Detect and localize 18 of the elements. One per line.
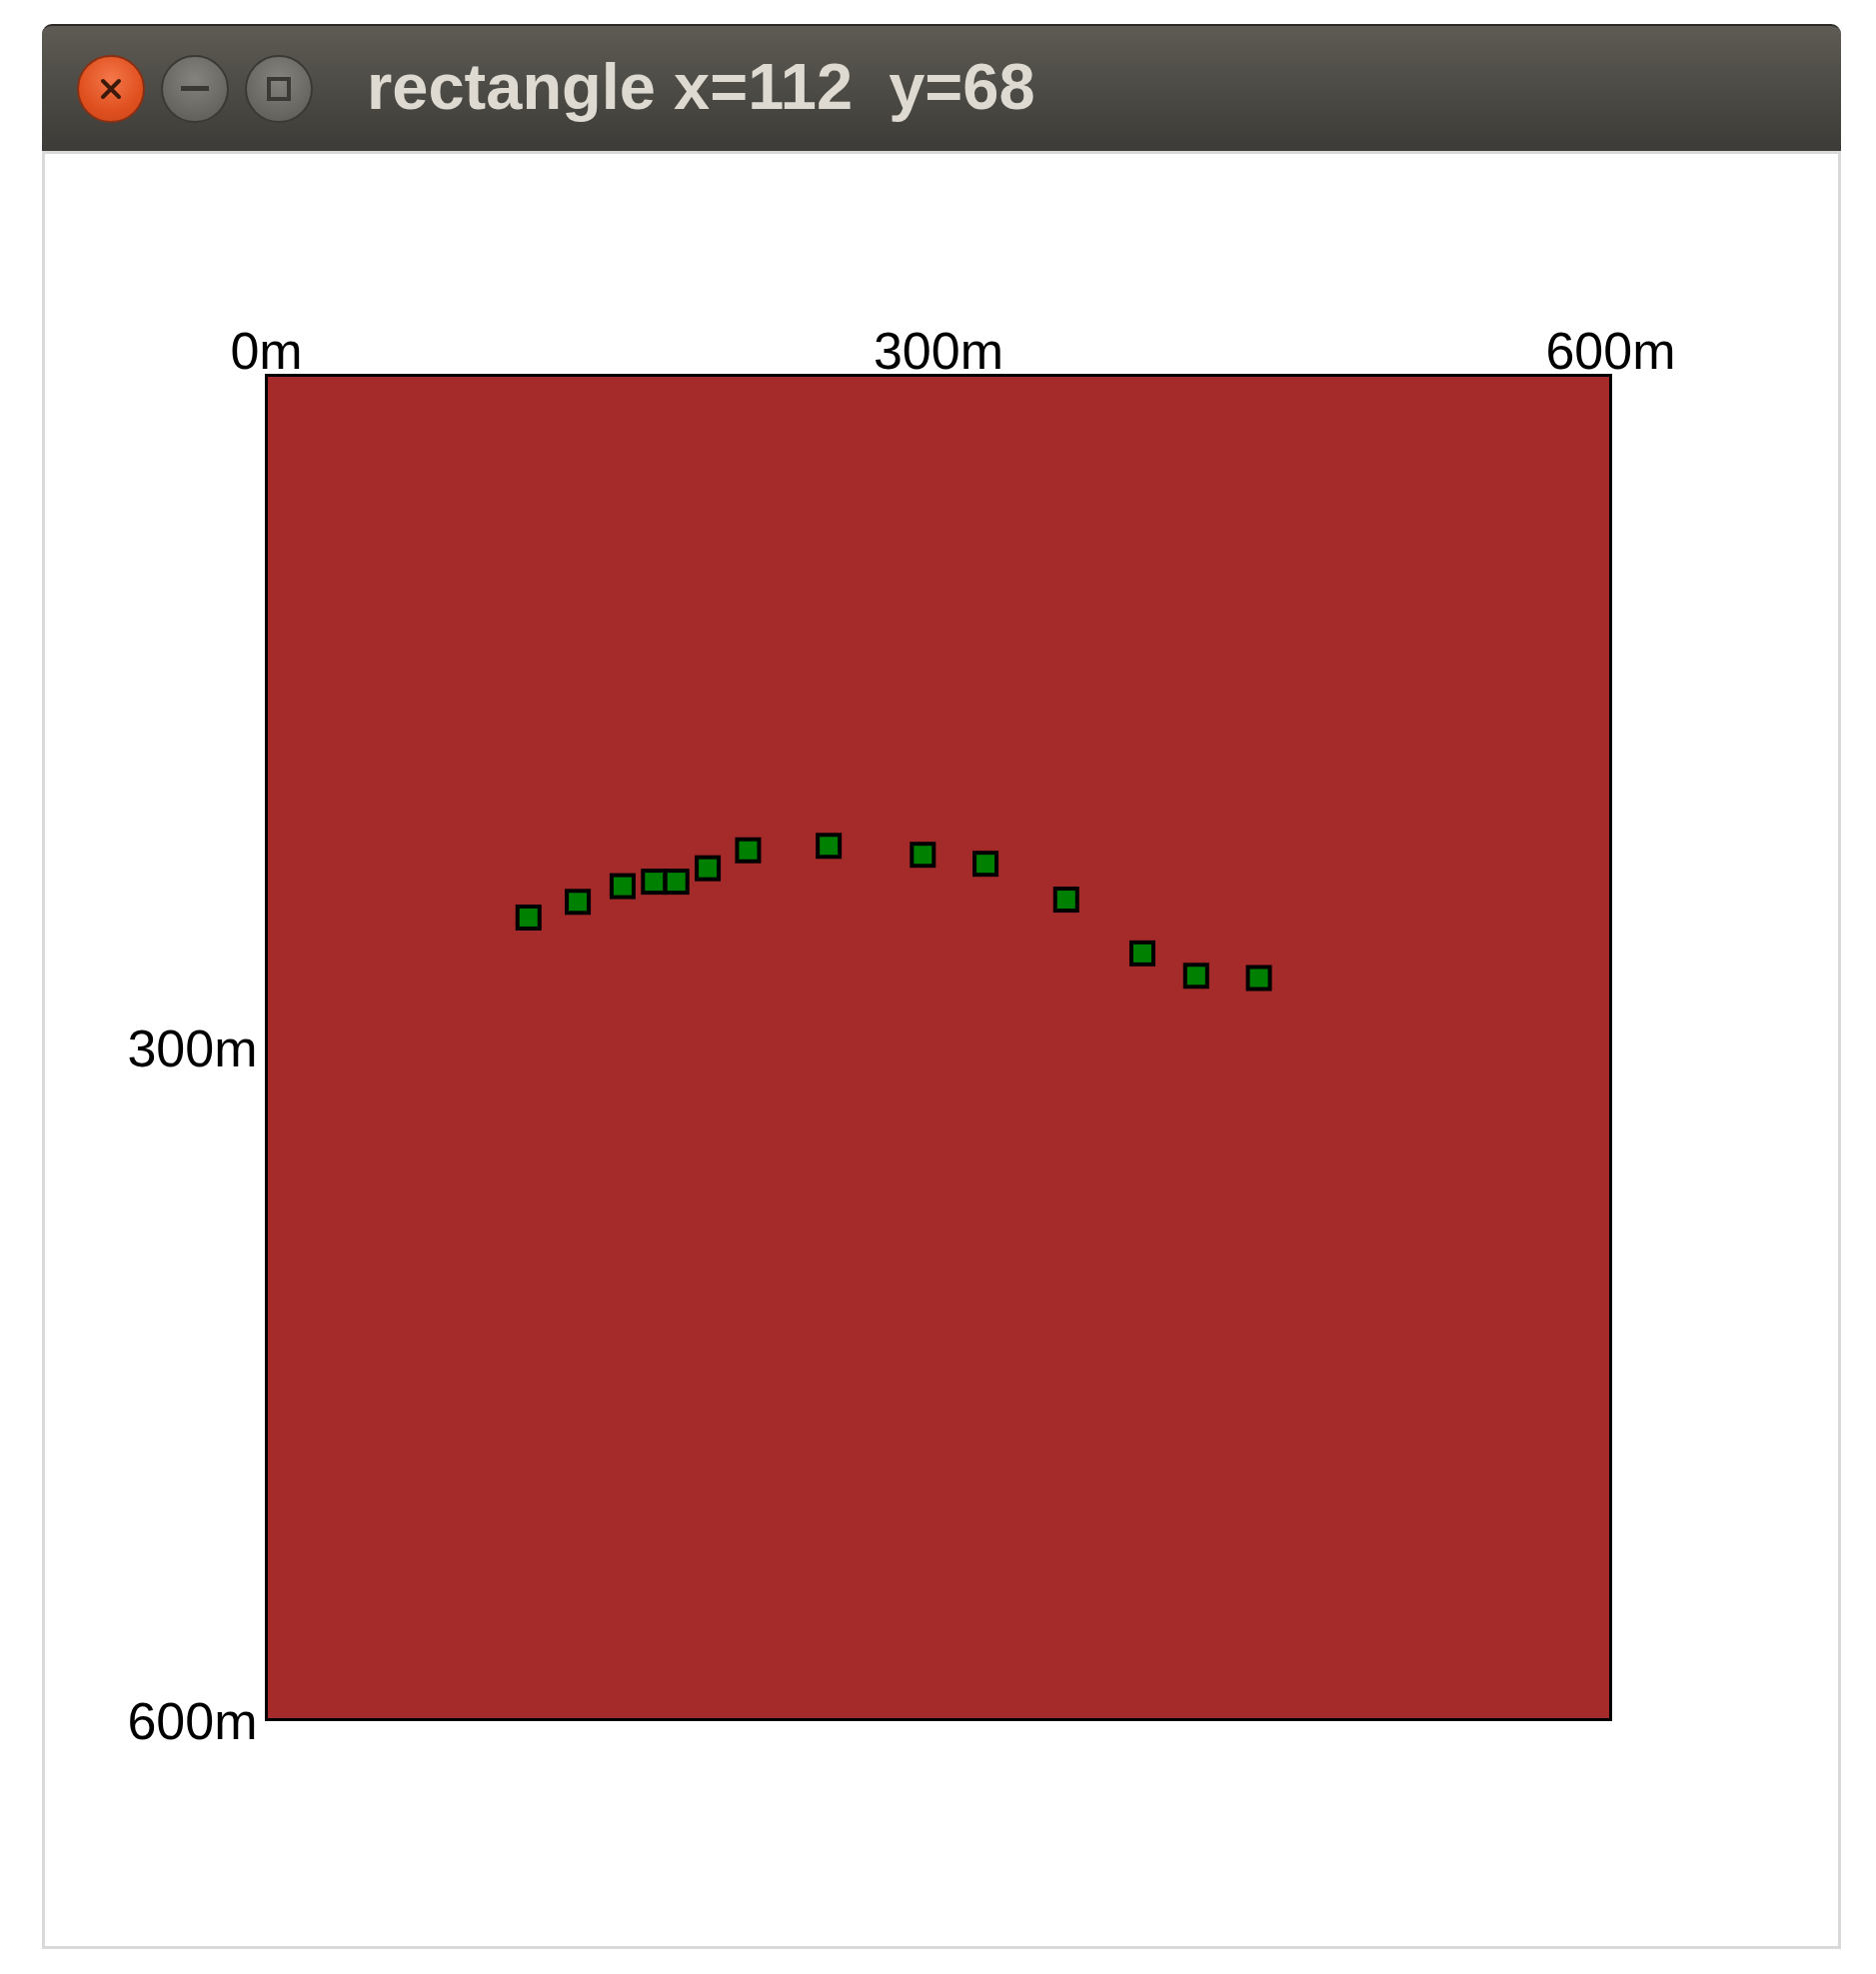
data-point <box>735 837 762 864</box>
data-point <box>816 833 843 860</box>
y-axis-label: 600m <box>127 1691 258 1750</box>
window-title: rectangle x=112 y=68 <box>367 54 1035 123</box>
data-point <box>663 869 690 896</box>
x-axis-label: 0m <box>230 321 303 380</box>
data-point <box>972 851 999 878</box>
data-point <box>1052 887 1079 914</box>
data-point <box>695 855 722 882</box>
y-axis-label: 300m <box>127 1019 258 1077</box>
close-icon <box>100 77 122 100</box>
minimize-icon <box>181 86 209 91</box>
data-point <box>565 889 592 916</box>
maximize-icon <box>267 76 291 101</box>
x-axis-label: 300m <box>873 321 1004 380</box>
data-point <box>910 842 937 869</box>
data-point <box>1182 963 1209 989</box>
x-axis-label: 600m <box>1545 321 1676 380</box>
